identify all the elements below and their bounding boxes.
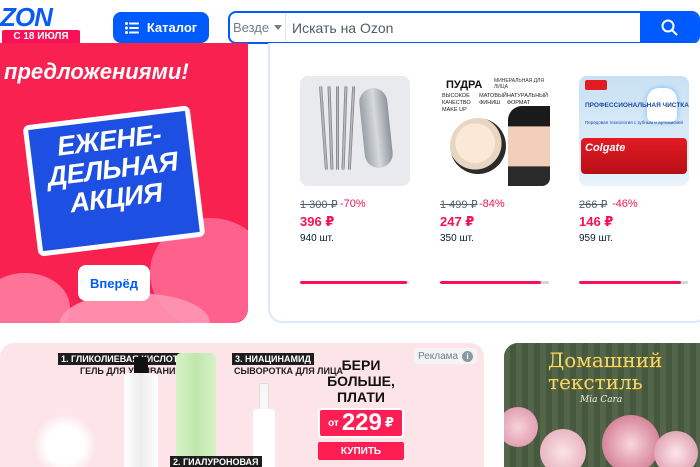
stock-progress-fill bbox=[440, 281, 542, 284]
stock-count: 959 шт. bbox=[579, 233, 613, 244]
gel-swatch bbox=[30, 415, 100, 467]
powder-tag: НАТУРАЛЬНЫЙ ФОРМАТ bbox=[506, 93, 548, 106]
colgate-toothpaste-image: ПРОФЕССИОНАЛЬНАЯ ЧИСТКА Передовая технол… bbox=[579, 76, 689, 186]
info-icon: i bbox=[462, 350, 474, 362]
old-price: 266 ₽ bbox=[579, 199, 608, 211]
discount-badge: -70% bbox=[340, 198, 366, 210]
cosmetics-ad-banner[interactable]: 1. ГЛИКОЛИЕВАЯ КИСЛОТА ГЕЛЬ ДЛЯ УМЫВАНИЯ… bbox=[0, 343, 484, 467]
search-bar: Везде bbox=[228, 11, 700, 44]
ad-label[interactable]: Реклама i bbox=[414, 348, 478, 364]
powder-jar bbox=[450, 118, 506, 174]
search-icon bbox=[661, 19, 677, 36]
product-card[interactable]: ПРОФЕССИОНАЛЬНАЯ ЧИСТКА Передовая технол… bbox=[579, 76, 691, 186]
chevron-down-icon bbox=[274, 25, 283, 30]
promo-headline: предложениями! bbox=[4, 59, 189, 84]
textile-banner[interactable]: Домашний текстиль Mia Cara bbox=[504, 343, 700, 467]
stock-progress-bar bbox=[440, 281, 549, 284]
page: ZON С 18 ИЮЛЯ Каталог Везде Искать на Oz… bbox=[0, 0, 700, 467]
price: 396 ₽ bbox=[300, 214, 335, 229]
textile-brand: Mia Cara bbox=[580, 395, 623, 405]
price-currency: ₽ bbox=[384, 415, 394, 430]
ingredient-label: 2. ГИАЛУРОНОВАЯ bbox=[170, 456, 262, 467]
search-scope-label: Везде bbox=[232, 20, 270, 35]
price: 146 ₽ bbox=[579, 214, 614, 229]
ozon-logo[interactable]: ZON С 18 ИЮЛЯ bbox=[0, 2, 82, 46]
weekly-sale-sign: ЕЖЕНЕ- ДЕЛЬНАЯ АКЦИЯ bbox=[22, 105, 206, 257]
buy-button[interactable]: КУПИТЬ bbox=[318, 442, 404, 460]
colgate-pro-text: ПРОФЕССИОНАЛЬНАЯ ЧИСТКА bbox=[585, 102, 689, 109]
menu-icon bbox=[124, 21, 139, 34]
search-scope-dropdown[interactable]: Везде bbox=[230, 13, 286, 42]
logo-text: ZON bbox=[0, 2, 53, 32]
powder-tag: МАТОВЫЙ ФИНИШ bbox=[479, 93, 507, 106]
product-card[interactable]: ПУДРА МИНЕРАЛЬНАЯ ДЛЯ ЛИЦА ВЫСОКОЕ КАЧЕС… bbox=[440, 76, 552, 186]
product-card[interactable] bbox=[300, 76, 412, 186]
textile-title: Домашний текстиль bbox=[548, 348, 663, 394]
powder-subtitle: МИНЕРАЛЬНАЯ ДЛЯ ЛИЦА bbox=[494, 78, 544, 90]
dental-tools-image bbox=[300, 76, 410, 186]
colgate-tech-text: Передовая технология с зубным и артемиси… bbox=[585, 120, 683, 125]
catalog-button[interactable]: Каталог bbox=[113, 12, 209, 43]
ingredient-label: 3. НИАЦИНАМИД bbox=[232, 353, 314, 365]
stock-count: 350 шт. bbox=[440, 233, 474, 244]
old-price: 1 499 ₽ bbox=[440, 199, 478, 211]
deals-panel: 1 300 ₽ -70% 396 ₽ 940 шт. ПУДРА МИНЕРАЛ… bbox=[268, 43, 700, 323]
colgate-brand-text: Colgate bbox=[585, 142, 626, 154]
logo-date-badge: С 18 ИЮЛЯ bbox=[2, 30, 80, 44]
search-input[interactable] bbox=[292, 13, 632, 42]
product-image[interactable] bbox=[300, 76, 410, 186]
face-powder-image: ПУДРА МИНЕРАЛЬНАЯ ДЛЯ ЛИЦА ВЫСОКОЕ КАЧЕС… bbox=[440, 76, 550, 186]
flower-decor bbox=[540, 429, 586, 467]
ad-label-text: Реклама bbox=[418, 350, 459, 362]
product-image[interactable]: ПРОФЕССИОНАЛЬНАЯ ЧИСТКА Передовая технол… bbox=[579, 76, 689, 186]
price-value: 229 bbox=[341, 409, 382, 436]
discount-badge: -46% bbox=[612, 198, 638, 210]
stock-progress-bar bbox=[300, 281, 409, 284]
discount-badge: -84% bbox=[479, 198, 505, 210]
decor-blob bbox=[0, 273, 70, 323]
stock-count: 940 шт. bbox=[300, 233, 334, 244]
bottle bbox=[259, 383, 269, 411]
catalog-label: Каталог bbox=[146, 20, 198, 35]
stock-progress-bar bbox=[579, 281, 688, 284]
search-button[interactable] bbox=[640, 13, 698, 42]
stock-progress-fill bbox=[300, 281, 407, 284]
old-price: 1 300 ₽ bbox=[300, 199, 338, 211]
next-button[interactable]: Вперёд bbox=[78, 265, 150, 301]
price-badge: от 229 ₽ bbox=[318, 408, 404, 438]
bottle bbox=[176, 353, 216, 463]
model-photo bbox=[508, 106, 550, 186]
product-image[interactable]: ПУДРА МИНЕРАЛЬНАЯ ДЛЯ ЛИЦА ВЫСОКОЕ КАЧЕС… bbox=[440, 76, 550, 186]
price-from: от bbox=[328, 417, 339, 429]
stock-progress-fill bbox=[579, 281, 682, 284]
weekly-promo-banner[interactable]: предложениями! ЕЖЕНЕ- ДЕЛЬНАЯ АКЦИЯ Впер… bbox=[0, 43, 248, 323]
flower-decor bbox=[602, 415, 660, 467]
flower-decor bbox=[654, 431, 698, 467]
powder-title: ПУДРА bbox=[446, 79, 483, 91]
price: 247 ₽ bbox=[440, 214, 475, 229]
powder-tag: ВЫСОКОЕ КАЧЕСТВО MAKE UP bbox=[442, 93, 471, 113]
powder-tags: ВЫСОКОЕ КАЧЕСТВО MAKE UP МАТОВЫЙ ФИНИШ Н… bbox=[442, 93, 548, 113]
bottle bbox=[124, 373, 158, 467]
ingredient-label: 1. ГЛИКОЛИЕВАЯ КИСЛОТА bbox=[58, 353, 188, 365]
